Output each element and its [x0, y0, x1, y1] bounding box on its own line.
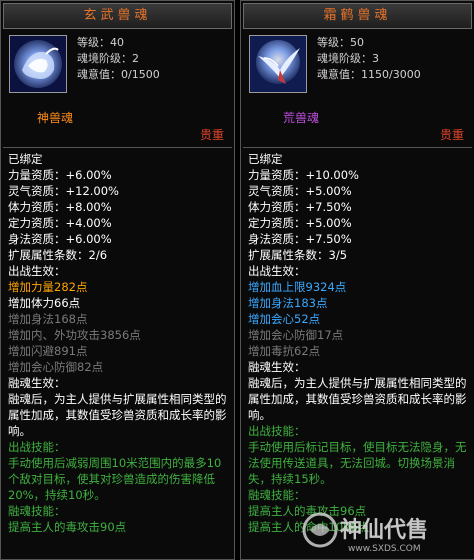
tooltip-line: 增加闪避891点 [8, 344, 88, 358]
tooltip-line: 提高主人的毒攻击90点 [8, 520, 127, 534]
tooltip-line: 定力资质：+4.00% [8, 216, 112, 230]
tooltip-line: 体力资质：+7.50% [248, 200, 352, 214]
tooltip-line: 扩展属性条数：2/6 [8, 248, 108, 262]
realm-rank-text: 魂境阶级：2 [77, 52, 139, 65]
tooltip-line: 力量资质：+10.00% [248, 168, 359, 182]
tooltip-line: 已绑定 [8, 152, 43, 166]
tooltip-line: 定力资质：+5.00% [248, 216, 352, 230]
tooltip-line: 融魂技能： [8, 504, 66, 518]
tooltip-line: 出战生效： [8, 264, 66, 278]
tooltip-line: 出战生效： [248, 264, 306, 278]
tooltip-line: 出战技能： [248, 424, 306, 438]
tooltip-line: 增加会心防御17点 [248, 328, 344, 342]
tooltip-title: 霜鹤兽魂 [243, 3, 472, 29]
soul-stats: 等级：50 魂境阶级：3 魂意值：1150/3000 [317, 35, 421, 83]
tooltip-line: 身法资质：+6.00% [8, 232, 112, 246]
tooltip-header: 等级：40 魂境阶级：2 魂意值：0/1500 神兽魂 贵重 [3, 29, 232, 148]
tooltip-line: 融魂生效： [248, 360, 306, 374]
tooltip-title: 玄武兽魂 [3, 3, 232, 29]
tooltip-line: 扩展属性条数：3/5 [248, 248, 348, 262]
soul-type-label: 神兽魂 [37, 111, 74, 125]
tooltip-line: 手动使用后减弱周围10米范围内的最多10个敌对目标，使其对珍兽造成的伤害降低20… [8, 456, 222, 502]
soul-type-label: 荒兽魂 [283, 111, 320, 125]
xuanwu-beast-soul-tooltip: 玄武兽魂 等级：40 魂境阶级：2 魂意值：0/1500 神兽魂 贵重 已绑定 … [0, 0, 235, 560]
tooltip-line: 增加血上限9324点 [248, 280, 347, 294]
crane-soul-icon [249, 35, 307, 93]
tooltip-line: 增加力量282点 [8, 280, 88, 294]
tooltip-line: 融魂后，为主人提供与扩展属性相同类型的属性加成，其数值受珍兽资质和成长率的影响。 [248, 376, 467, 422]
tooltip-line: 灵气资质：+5.00% [248, 184, 352, 198]
svg-text:www.SXDS.COM: www.SXDS.COM [348, 544, 421, 554]
tooltip-line: 增加身法183点 [248, 296, 328, 310]
tooltip-line: 身法资质：+7.50% [248, 232, 352, 246]
rarity-label: 贵重 [439, 128, 464, 142]
tooltip-line: 增加体力66点 [8, 296, 81, 310]
tooltip-line: 融魂生效： [8, 376, 66, 390]
soul-will-text: 魂意值：1150/3000 [317, 68, 421, 81]
soul-will-text: 魂意值：0/1500 [77, 68, 160, 81]
tooltip-line: 增加毒抗62点 [248, 344, 321, 358]
tooltip-line: 融魂后，为主人提供与扩展属性相同类型的属性加成，其数值受珍兽资质和成长率的影响。 [8, 392, 227, 438]
tooltip-line: 增加会心52点 [248, 312, 321, 326]
rarity-label: 贵重 [199, 128, 224, 142]
level-text: 等级：50 [317, 36, 364, 49]
tooltip-line: 力量资质：+6.00% [8, 168, 112, 182]
tooltip-line: 体力资质：+8.00% [8, 200, 112, 214]
tooltip-body: 已绑定力量资质：+10.00% 灵气资质：+5.00% 体力资质：+7.50% 定力资… [241, 148, 474, 535]
tooltip-line: 手动使用后标记目标，使目标无法隐身，无法使用传送道具，无法回城。切换场景消失，持… [248, 440, 467, 486]
tooltip-line: 灵气资质：+12.00% [8, 184, 119, 198]
realm-rank-text: 魂境阶级：3 [317, 52, 379, 65]
tooltip-line: 增加身法168点 [8, 312, 88, 326]
sxds-watermark-logo: 神仙代售 www.SXDS.COM [300, 510, 470, 554]
tooltip-line: 已绑定 [248, 152, 283, 166]
shuanghe-beast-soul-tooltip: 霜鹤兽魂 等级：50 魂境阶级：3 魂意值：1150/3000 荒兽魂 贵重 已… [240, 0, 474, 560]
tooltip-line: 增加内、外功攻击3856点 [8, 328, 141, 342]
level-text: 等级：40 [77, 36, 124, 49]
tooltip-line: 融魂技能： [248, 488, 306, 502]
tooltip-header: 等级：50 魂境阶级：3 魂意值：1150/3000 荒兽魂 贵重 [243, 29, 472, 148]
tooltip-line: 出战技能： [8, 440, 66, 454]
svg-text:神仙代售: 神仙代售 [340, 517, 428, 543]
tooltip-line: 增加会心防御82点 [8, 360, 104, 374]
tooltip-body: 已绑定力量资质：+6.00% 灵气资质：+12.00% 体力资质：+8.00% 定力资… [1, 148, 234, 535]
xuanwu-soul-icon [9, 35, 67, 93]
soul-stats: 等级：40 魂境阶级：2 魂意值：0/1500 [77, 35, 160, 83]
